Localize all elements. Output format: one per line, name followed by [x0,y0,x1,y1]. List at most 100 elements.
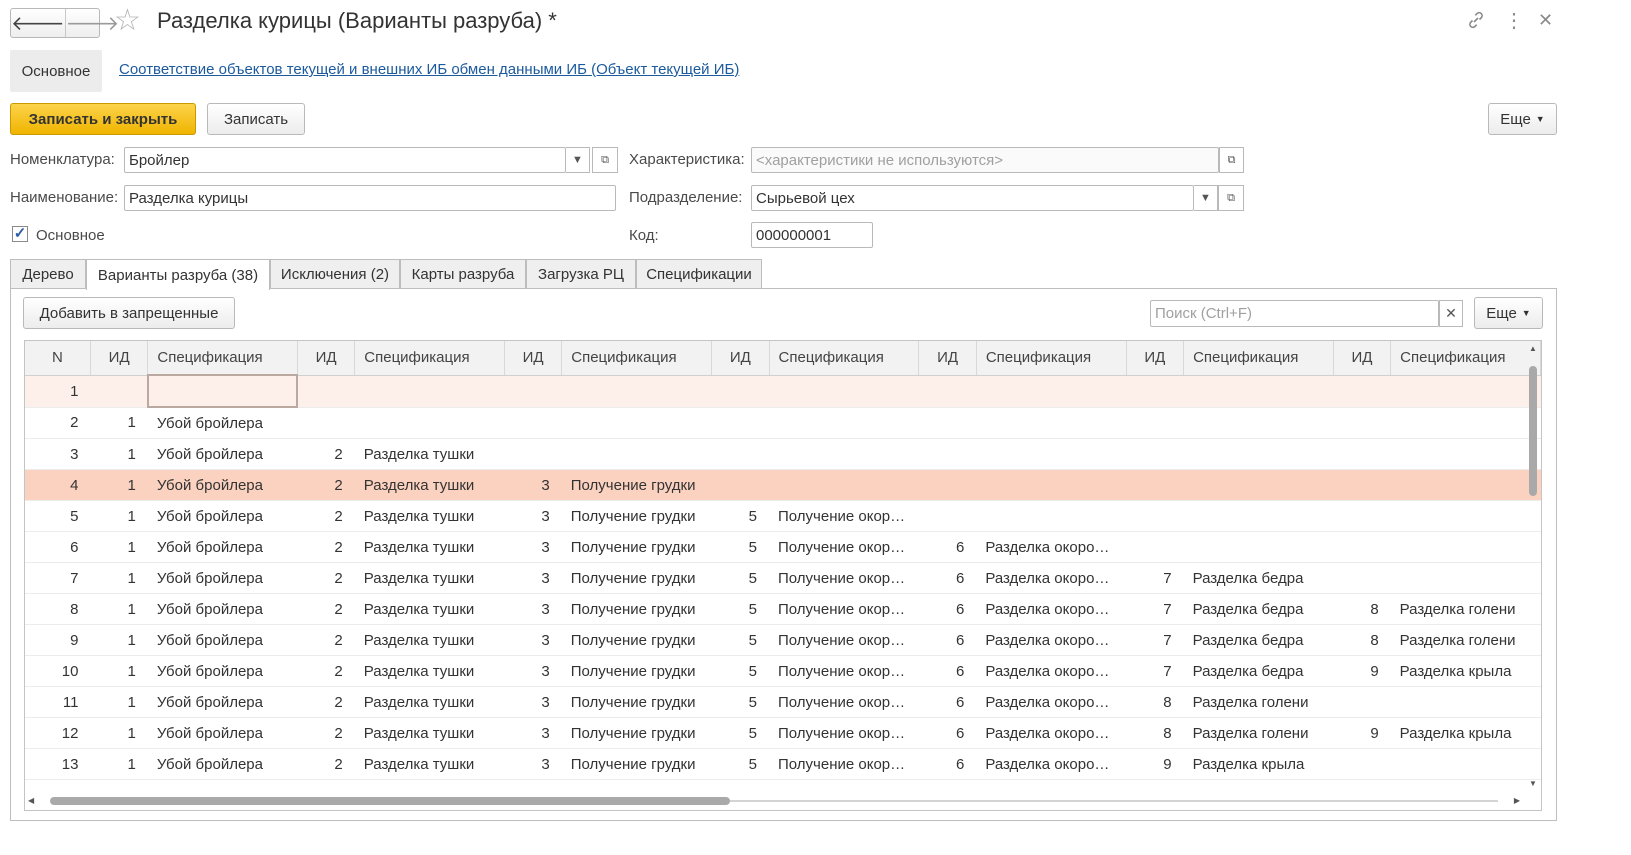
specification-cell[interactable]: Разделка крыла [1183,748,1334,780]
add-to-forbidden-button[interactable]: Добавить в запрещенные [23,297,235,329]
specification-cell[interactable]: Разделка голени [1183,717,1334,749]
id-cell[interactable]: 2 [297,562,355,594]
column-header-specification[interactable]: Спецификация [147,341,298,376]
table-row[interactable]: 1 [25,374,1541,408]
row-number-cell[interactable]: 4 [25,469,91,501]
id-cell[interactable]: 5 [711,717,770,749]
column-header-specification[interactable]: Спецификация [1390,341,1541,376]
tab-tree[interactable]: Дерево [10,259,86,289]
horizontal-scrollbar[interactable]: ◀ ▶ [26,794,1526,808]
id-cell[interactable]: 1 [90,717,148,749]
specification-cell[interactable]: Разделка крыла [1390,655,1541,687]
specification-cell[interactable]: Убой бройлера [147,562,298,594]
specification-cell[interactable]: Разделка голени [1390,593,1541,625]
id-cell[interactable]: 3 [504,469,562,501]
row-number-cell[interactable]: 11 [25,686,91,718]
id-cell[interactable] [297,375,355,408]
id-cell[interactable] [1126,469,1184,501]
id-cell[interactable]: 6 [918,686,977,718]
scroll-left-icon[interactable]: ◀ [28,796,34,805]
id-cell[interactable]: 9 [1333,717,1391,749]
specification-cell[interactable]: Разделка тушки [354,686,505,718]
specification-cell[interactable]: Получение окор… [769,531,919,563]
id-cell[interactable]: 2 [297,717,355,749]
id-cell[interactable] [1126,375,1184,408]
nomenclature-open-icon[interactable]: ⧉ [592,147,618,173]
id-cell[interactable]: 3 [504,717,562,749]
specification-cell[interactable]: Убой бройлера [147,469,298,501]
specification-cell[interactable] [561,375,712,408]
specification-cell[interactable]: Убой бройлера [147,717,298,749]
specification-cell[interactable] [1183,500,1334,532]
section-link-exchange[interactable]: Соответствие объектов текущей и внешних … [119,61,739,78]
id-cell[interactable] [504,438,562,470]
name-field[interactable]: Разделка курицы [124,185,616,211]
specification-cell[interactable]: Получение грудки [561,593,712,625]
specification-cell[interactable]: Убой бройлера [147,748,298,780]
id-cell[interactable]: 1 [90,655,148,687]
id-cell[interactable] [1126,500,1184,532]
specification-cell[interactable]: Разделка голени [1183,686,1334,718]
id-cell[interactable]: 5 [711,748,770,780]
row-number-cell[interactable]: 12 [25,717,91,749]
table-row[interactable]: 8 1 Убой бройлера 2 Разделка тушки 3 Получение… [25,593,1541,625]
specification-cell[interactable]: Убой бройлера [147,407,298,439]
id-cell[interactable]: 3 [504,624,562,656]
id-cell[interactable]: 1 [90,500,148,532]
id-cell[interactable]: 5 [711,686,770,718]
specification-cell[interactable]: Получение грудки [561,748,712,780]
id-cell[interactable]: 2 [297,469,355,501]
specification-cell[interactable]: Получение окор… [769,562,919,594]
id-cell[interactable]: 3 [504,655,562,687]
specification-cell[interactable]: Разделка окоро… [976,717,1127,749]
specification-cell[interactable]: Разделка тушки [354,655,505,687]
column-header-specification[interactable]: Спецификация [354,341,505,376]
id-cell[interactable] [1333,500,1391,532]
id-cell[interactable]: 6 [918,562,977,594]
id-cell[interactable] [90,375,148,408]
specification-cell[interactable]: Разделка окоро… [976,748,1127,780]
id-cell[interactable]: 5 [711,562,770,594]
specification-cell[interactable] [769,438,919,470]
code-field[interactable]: 000000001 [751,222,873,248]
tab-load-rc[interactable]: Загрузка РЦ [526,259,636,289]
specification-cell[interactable] [561,438,712,470]
id-cell[interactable]: 3 [504,500,562,532]
id-cell[interactable]: 3 [504,593,562,625]
specification-cell[interactable] [354,407,505,439]
specification-cell[interactable]: Разделка окоро… [976,624,1127,656]
nomenclature-dropdown-icon[interactable]: ▼ [566,147,590,173]
id-cell[interactable]: 2 [297,655,355,687]
column-header-specification[interactable]: Спецификация [1183,341,1334,376]
id-cell[interactable] [1333,407,1391,439]
row-number-cell[interactable]: 13 [25,748,91,780]
id-cell[interactable]: 2 [297,624,355,656]
id-cell[interactable] [711,469,770,501]
id-cell[interactable]: 1 [90,469,148,501]
id-cell[interactable] [1333,375,1391,408]
section-main[interactable]: Основное [10,50,102,92]
specification-cell[interactable]: Разделка бедра [1183,655,1334,687]
id-cell[interactable] [711,438,770,470]
id-cell[interactable]: 8 [1333,593,1391,625]
specification-cell[interactable]: Разделка тушки [354,438,505,470]
specification-cell[interactable]: Получение грудки [561,686,712,718]
specification-cell[interactable] [146,374,299,408]
specification-cell[interactable]: Убой бройлера [147,438,298,470]
row-number-cell[interactable]: 2 [25,407,91,439]
specification-cell[interactable] [1390,407,1541,439]
specification-cell[interactable]: Убой бройлера [147,686,298,718]
id-cell[interactable]: 2 [297,531,355,563]
id-cell[interactable] [918,469,977,501]
specification-cell[interactable]: Разделка окоро… [976,562,1127,594]
row-number-cell[interactable]: 8 [25,593,91,625]
specification-cell[interactable] [1390,438,1541,470]
specification-cell[interactable]: Разделка тушки [354,531,505,563]
id-cell[interactable]: 5 [711,593,770,625]
id-cell[interactable]: 1 [90,686,148,718]
scroll-down-icon[interactable]: ▼ [1529,779,1537,788]
column-header-specification[interactable]: Спецификация [561,341,713,376]
row-number-cell[interactable]: 9 [25,624,91,656]
id-cell[interactable]: 6 [918,717,977,749]
id-cell[interactable] [1126,531,1184,563]
